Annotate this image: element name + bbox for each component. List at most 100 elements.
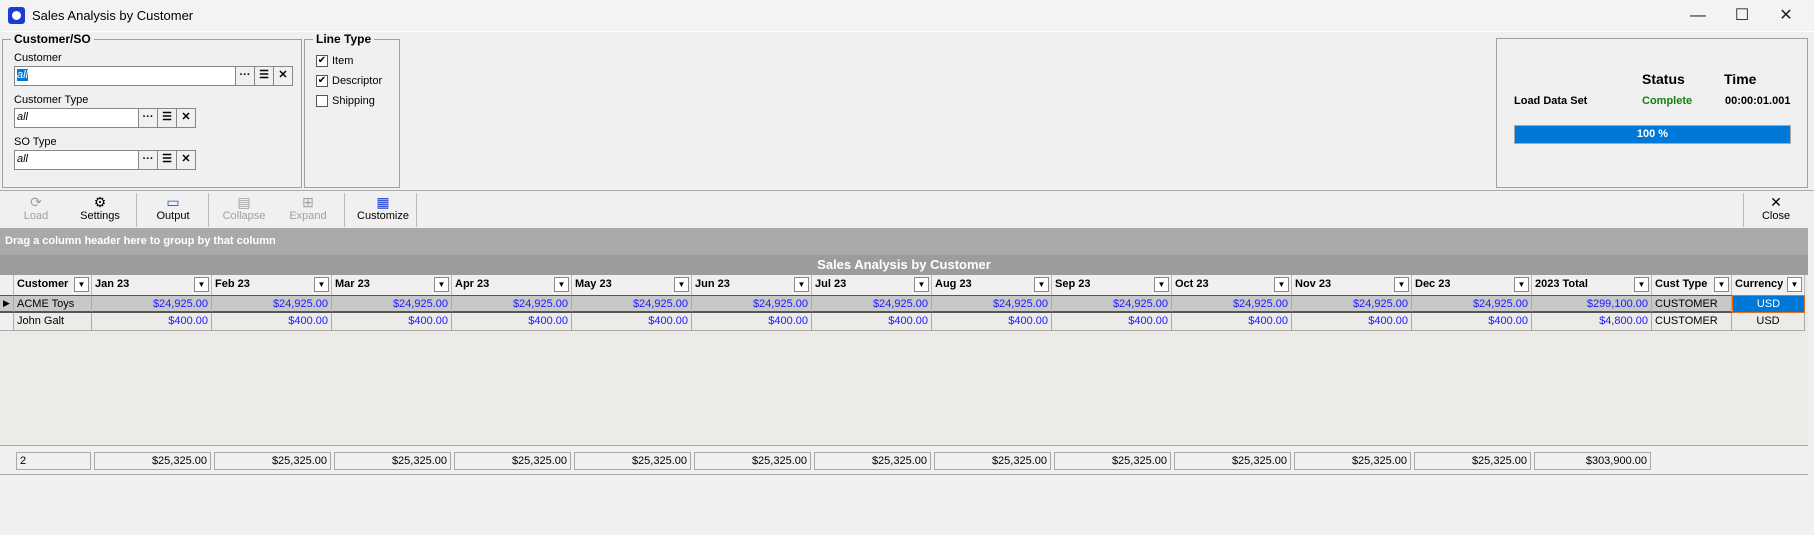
column-header[interactable]: Oct 23 ▼ [1172,275,1292,295]
clear-icon[interactable]: ✕ [176,109,195,127]
table-cell[interactable]: $24,925.00 [812,295,932,313]
filter-dropdown-icon[interactable]: ▼ [1787,277,1802,292]
group-by-area[interactable]: Drag a column header here to group by th… [0,228,1808,255]
table-cell[interactable]: USD [1732,313,1805,331]
column-header[interactable]: Jun 23 ▼ [692,275,812,295]
table-cell[interactable]: John Galt [14,313,92,331]
table-cell[interactable]: $4,800.00 [1532,313,1652,331]
maximize-button[interactable]: ☐ [1720,4,1764,28]
filter-dropdown-icon[interactable]: ▼ [1714,277,1729,292]
table-cell[interactable]: CUSTOMER [1652,313,1732,331]
table-cell[interactable]: $24,925.00 [1292,295,1412,313]
close-button[interactable]: ✕ Close [1750,191,1802,229]
table-cell[interactable]: $24,925.00 [1052,295,1172,313]
table-cell[interactable]: $400.00 [932,313,1052,331]
table-cell[interactable]: $400.00 [212,313,332,331]
table-cell[interactable]: $400.00 [1412,313,1532,331]
table-cell[interactable]: $400.00 [1292,313,1412,331]
column-header[interactable]: Dec 23 ▼ [1412,275,1532,295]
filter-dropdown-icon[interactable]: ▼ [914,277,929,292]
customer-field[interactable]: all ··· ☰ ✕ [14,66,293,86]
customer-value[interactable]: all [17,69,29,81]
filter-dropdown-icon[interactable]: ▼ [794,277,809,292]
table-cell[interactable]: $400.00 [572,313,692,331]
button-label: Customize [357,210,409,222]
column-header[interactable]: Mar 23 ▼ [332,275,452,295]
filter-dropdown-icon[interactable]: ▼ [1154,277,1169,292]
table-cell[interactable]: $24,925.00 [1412,295,1532,313]
column-header[interactable]: Jul 23 ▼ [812,275,932,295]
customer-type-field[interactable]: all ··· ☰ ✕ [14,108,196,128]
collapse-button[interactable]: ▤ Collapse [214,191,274,229]
column-header[interactable]: Feb 23 ▼ [212,275,332,295]
summary-cell: $25,325.00 [934,452,1051,470]
clear-icon[interactable]: ✕ [273,67,292,85]
table-cell[interactable]: $24,925.00 [932,295,1052,313]
column-header[interactable]: Jan 23 ▼ [92,275,212,295]
column-header[interactable]: Sep 23 ▼ [1052,275,1172,295]
filter-dropdown-icon[interactable]: ▼ [434,277,449,292]
column-header[interactable]: 2023 Total ▼ [1532,275,1652,295]
output-button[interactable]: ▭ Output [145,191,201,229]
table-cell[interactable]: $400.00 [92,313,212,331]
column-header[interactable]: Apr 23 ▼ [452,275,572,295]
table-cell[interactable]: $400.00 [452,313,572,331]
table-cell[interactable]: $24,925.00 [1172,295,1292,313]
table-cell[interactable]: $400.00 [692,313,812,331]
filter-dropdown-icon[interactable]: ▼ [314,277,329,292]
table-row[interactable]: John Galt $400.00 $400.00 $400.00 $400.00 $40… [0,313,1805,331]
list-icon[interactable]: ☰ [157,151,176,169]
shipping-checkbox[interactable]: Shipping [316,91,382,111]
column-header[interactable]: May 23 ▼ [572,275,692,295]
table-cell[interactable]: $24,925.00 [692,295,812,313]
so-type-field[interactable]: all ··· ☰ ✕ [14,150,196,170]
table-cell[interactable]: $24,925.00 [92,295,212,313]
table-cell[interactable]: CUSTOMER [1652,295,1732,313]
table-cell[interactable]: ACME Toys [14,295,92,313]
row-selector[interactable] [0,313,14,331]
row-selector[interactable]: ▶ [0,295,14,313]
table-cell[interactable]: $400.00 [1172,313,1292,331]
table-cell[interactable]: $24,925.00 [572,295,692,313]
customize-button[interactable]: ▦ Customize [350,191,416,229]
settings-button[interactable]: ⚙ Settings [70,191,130,229]
filter-dropdown-icon[interactable]: ▼ [674,277,689,292]
browse-button[interactable]: ··· [138,109,157,127]
filter-dropdown-icon[interactable]: ▼ [1514,277,1529,292]
filter-dropdown-icon[interactable]: ▼ [1034,277,1049,292]
table-cell[interactable]: $400.00 [1052,313,1172,331]
table-cell[interactable]: $24,925.00 [452,295,572,313]
filter-dropdown-icon[interactable]: ▼ [554,277,569,292]
table-cell[interactable]: $400.00 [332,313,452,331]
table-cell[interactable]: $299,100.00 [1532,295,1652,313]
filter-dropdown-icon[interactable]: ▼ [74,277,89,292]
list-icon[interactable]: ☰ [254,67,273,85]
so-type-value[interactable]: all [15,151,138,169]
load-button[interactable]: ⟳ Load [10,191,62,229]
column-header[interactable]: Customer ▼ [14,275,92,295]
descriptor-checkbox[interactable]: ✔ Descriptor [316,71,382,91]
table-cell[interactable]: $400.00 [812,313,932,331]
clear-icon[interactable]: ✕ [176,151,195,169]
minimize-button[interactable]: — [1676,4,1720,28]
browse-button[interactable]: ··· [235,67,254,85]
column-header-label: Sep 23 [1055,278,1091,290]
filter-dropdown-icon[interactable]: ▼ [1394,277,1409,292]
filter-dropdown-icon[interactable]: ▼ [1274,277,1289,292]
table-cell[interactable]: USD [1732,295,1805,313]
expand-button[interactable]: ⊞ Expand [280,191,336,229]
column-header[interactable]: Aug 23 ▼ [932,275,1052,295]
table-row[interactable]: ▶ ACME Toys $24,925.00 $24,925.00 $24,925.00… [0,295,1805,313]
column-header[interactable]: Nov 23 ▼ [1292,275,1412,295]
column-header[interactable]: Cust Type ▼ [1652,275,1732,295]
list-icon[interactable]: ☰ [157,109,176,127]
close-window-button[interactable]: ✕ [1764,4,1808,28]
item-checkbox[interactable]: ✔ Item [316,51,382,71]
filter-dropdown-icon[interactable]: ▼ [1634,277,1649,292]
table-cell[interactable]: $24,925.00 [212,295,332,313]
customer-type-value[interactable]: all [15,109,138,127]
filter-dropdown-icon[interactable]: ▼ [194,277,209,292]
column-header[interactable]: Currency ▼ [1732,275,1805,295]
browse-button[interactable]: ··· [138,151,157,169]
table-cell[interactable]: $24,925.00 [332,295,452,313]
